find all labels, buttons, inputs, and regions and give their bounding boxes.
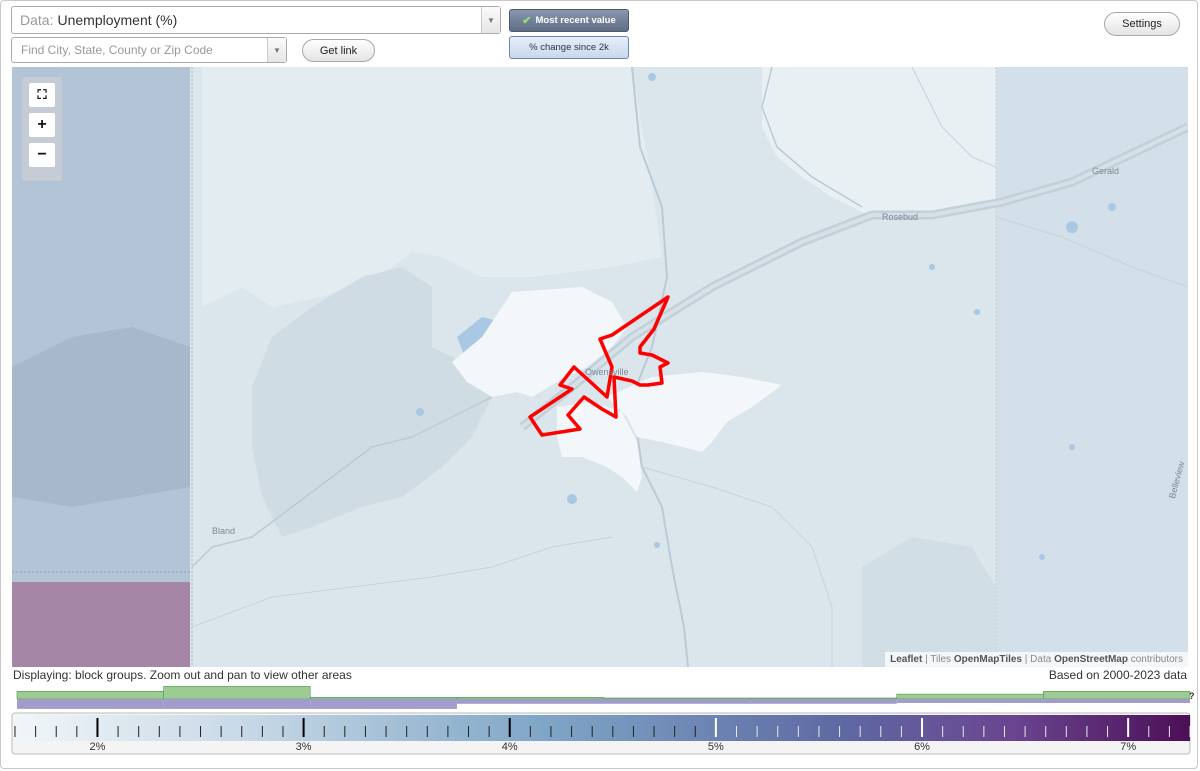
map-view[interactable]: Owensville Rosebud Gerald Bland Bellevie… — [12, 67, 1188, 667]
data-select-prefix: Data: — [20, 12, 54, 28]
right-county-region — [996, 67, 1188, 667]
legend[interactable]: ? 2% 3% 4% 5% 6% 7% — [0, 683, 1200, 763]
search-placeholder: Find City, State, County or Zip Code — [21, 43, 213, 57]
histogram-bar-green — [749, 697, 898, 700]
zoom-out-button[interactable]: − — [29, 143, 55, 167]
get-link-button[interactable]: Get link — [302, 39, 375, 62]
legend-tick-label: 7% — [1120, 741, 1136, 753]
data-range-note: Based on 2000-2023 data — [1048, 668, 1187, 682]
histogram-bar-green — [603, 697, 751, 700]
histogram-bar-green — [1043, 691, 1191, 700]
settings-button[interactable]: Settings — [1104, 12, 1180, 36]
zoom-control: ⛶ + − — [22, 77, 62, 181]
legend-gradient-bar — [15, 715, 1190, 741]
histogram-bar-purple — [750, 699, 897, 704]
histogram-bar-green — [456, 697, 604, 700]
histogram-bar-purple — [896, 699, 1044, 703]
displaying-note: Displaying: block groups. Zoom out and p… — [13, 668, 352, 682]
wooded-area-southeast — [862, 537, 996, 667]
histogram-bar-purple — [456, 699, 604, 704]
fullscreen-icon[interactable]: ⛶ — [29, 83, 55, 107]
data-prefix: | Data — [1024, 654, 1052, 665]
location-search-input[interactable]: Find City, State, County or Zip Code ▼ — [11, 37, 287, 63]
openstreetmap-link[interactable]: OpenStreetMap — [1054, 654, 1128, 665]
histogram-bar-green — [163, 686, 311, 700]
tiles-prefix: | Tiles — [925, 654, 952, 665]
histogram-bar-purple — [603, 699, 751, 704]
most-recent-value-toggle[interactable]: ✔ Most recent value — [509, 9, 629, 32]
label-gerald: Gerald — [1092, 166, 1120, 176]
legend-tick-label: 6% — [914, 741, 930, 753]
legend-tick-label: 3% — [296, 741, 312, 753]
legend-tick-label: 5% — [708, 741, 724, 753]
label-bland: Bland — [212, 526, 236, 536]
data-select[interactable]: Data: Unemployment (%) ▼ — [11, 6, 501, 34]
contributors-text: contributors — [1130, 654, 1183, 665]
purple-region — [12, 582, 190, 667]
pct-change-toggle[interactable]: % change since 2k — [509, 36, 629, 59]
zoom-in-button[interactable]: + — [29, 113, 55, 137]
histogram-bar-green — [896, 693, 1044, 700]
legend-histogram — [16, 686, 1191, 709]
legend-help-icon[interactable]: ? — [1189, 691, 1195, 701]
most-recent-value-label: Most recent value — [535, 15, 616, 26]
chevron-down-icon[interactable]: ▼ — [267, 38, 286, 62]
label-rosebud: Rosebud — [882, 212, 919, 222]
openmaptiles-link[interactable]: OpenMapTiles — [954, 654, 1022, 665]
legend-tick-label: 2% — [90, 741, 106, 753]
leaflet-link[interactable]: Leaflet — [890, 654, 922, 665]
histogram-bar-purple — [1043, 699, 1190, 703]
histogram-bar-green — [16, 691, 164, 700]
wooded-area-west — [12, 327, 190, 507]
histogram-bar-purple — [310, 699, 457, 709]
histogram-bar-purple — [17, 699, 164, 709]
histogram-bar-purple — [163, 699, 311, 709]
label-owensville: Owensville — [585, 367, 629, 377]
data-select-value: Unemployment (%) — [57, 12, 178, 28]
checkmark-icon: ✔ — [522, 15, 532, 27]
histogram-bar-green — [309, 697, 458, 700]
map-attribution: Leaflet | Tiles OpenMapTiles | Data Open… — [885, 652, 1188, 667]
chevron-down-icon[interactable]: ▼ — [481, 7, 500, 33]
legend-tick-label: 4% — [502, 741, 518, 753]
